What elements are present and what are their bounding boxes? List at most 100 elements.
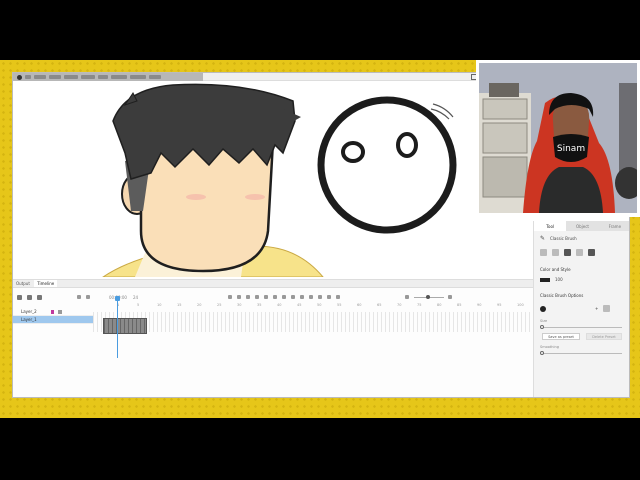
tool-name-row: ✎ Classic Brush bbox=[540, 235, 577, 242]
tab-timeline[interactable]: Timeline bbox=[34, 280, 58, 287]
brush-icon: ✎ bbox=[540, 235, 546, 242]
brush-mode-icon[interactable] bbox=[540, 249, 547, 256]
ruler-tick-label: 10 bbox=[157, 303, 162, 307]
tab-output[interactable]: Output bbox=[13, 280, 33, 287]
tween-icon[interactable] bbox=[309, 295, 314, 299]
ruler-tick-label: 15 bbox=[177, 303, 182, 307]
menu-item-modify[interactable] bbox=[81, 75, 95, 79]
frame-grid[interactable]: 1 5 10 15 20 25 30 35 40 45 50 55 60 65 70 75 80 85 90 95 10… bbox=[93, 302, 544, 342]
ruler-tick-label: 75 bbox=[417, 303, 422, 307]
layer-list: Layer_2 Layer_1 bbox=[13, 308, 93, 338]
brush-options-row: + bbox=[540, 305, 611, 312]
onion-skin-icon[interactable] bbox=[77, 295, 81, 299]
ruler-tick-label: 25 bbox=[217, 303, 222, 307]
layer-row[interactable]: Layer_1 bbox=[13, 316, 93, 324]
brush-shape-icon[interactable] bbox=[552, 249, 559, 256]
last-frame-icon[interactable] bbox=[273, 295, 278, 299]
brush-tilt-icon[interactable] bbox=[576, 249, 583, 256]
loop-icon[interactable] bbox=[282, 295, 287, 299]
edit-multiple-icon[interactable] bbox=[86, 295, 90, 299]
ruler-tick-label: 80 bbox=[437, 303, 442, 307]
lock-icon[interactable] bbox=[57, 309, 62, 314]
menu-item-insert[interactable] bbox=[64, 75, 78, 79]
ruler-tick-label: 50 bbox=[317, 303, 322, 307]
frame-cells[interactable] bbox=[93, 312, 533, 332]
menu-item-help[interactable] bbox=[149, 75, 161, 79]
layer-name: Layer_2 bbox=[21, 309, 37, 314]
tab-frame[interactable]: Frame bbox=[599, 221, 629, 231]
new-folder-icon[interactable] bbox=[27, 294, 32, 300]
menu-item-window[interactable] bbox=[130, 75, 146, 79]
video-frame: Output Timeline 00:00:00 24 bbox=[0, 0, 640, 480]
stroke-row: 100 bbox=[540, 277, 563, 282]
ruler-tick-label: 35 bbox=[257, 303, 262, 307]
size-slider-knob[interactable] bbox=[540, 325, 544, 329]
round-character-left-eye bbox=[341, 141, 365, 163]
layer-row[interactable]: Layer_2 bbox=[13, 308, 93, 316]
fps-readout: 24 bbox=[132, 294, 139, 300]
stage-artwork bbox=[102, 83, 457, 277]
ruler-tick-label: 90 bbox=[477, 303, 482, 307]
size-label: Size bbox=[540, 319, 548, 323]
round-character-body bbox=[317, 96, 457, 234]
zoom-out-icon[interactable] bbox=[448, 295, 453, 299]
webcam-overlay: Sinam bbox=[476, 60, 640, 217]
ruler-tick-label: 95 bbox=[497, 303, 502, 307]
tool-name: Classic Brush bbox=[550, 236, 577, 241]
ruler-tick-label: 70 bbox=[397, 303, 402, 307]
title-bar bbox=[13, 73, 477, 81]
size-slider[interactable] bbox=[542, 327, 622, 328]
ruler-tick-label: 30 bbox=[237, 303, 242, 307]
smoothing-slider[interactable] bbox=[542, 353, 622, 354]
audio-icon[interactable] bbox=[318, 295, 323, 299]
save-preset-button[interactable]: Save as preset bbox=[542, 333, 580, 340]
sound-icon[interactable] bbox=[327, 295, 332, 299]
stroke-value: 100 bbox=[555, 277, 563, 282]
playback-icon[interactable] bbox=[336, 295, 341, 299]
stop-icon[interactable] bbox=[246, 295, 251, 299]
section-brush-options[interactable]: Classic Brush Options bbox=[540, 293, 583, 298]
keyframe-icon[interactable] bbox=[291, 295, 296, 299]
prev-frame-icon[interactable] bbox=[237, 295, 242, 299]
menu-item-control[interactable] bbox=[111, 75, 127, 79]
menu-item-text[interactable] bbox=[98, 75, 108, 79]
zoom-slider[interactable] bbox=[414, 294, 445, 299]
menu-item-view[interactable] bbox=[49, 75, 61, 79]
brush-settings-icon[interactable] bbox=[588, 249, 595, 256]
keyframe-span[interactable] bbox=[103, 318, 147, 334]
webcam-image: Sinam bbox=[479, 63, 637, 213]
section-color-style[interactable]: Color and Style bbox=[540, 267, 571, 272]
zoom-icon[interactable] bbox=[405, 295, 410, 299]
first-frame-icon[interactable] bbox=[228, 295, 233, 299]
play-icon[interactable] bbox=[255, 295, 260, 299]
blank-keyframe-icon[interactable] bbox=[300, 295, 305, 299]
brush-preset-icon[interactable] bbox=[603, 305, 611, 312]
new-layer-icon[interactable] bbox=[17, 294, 22, 300]
menu-item-file[interactable] bbox=[25, 75, 31, 79]
brush-mode-row bbox=[540, 249, 595, 256]
properties-tabs: Tool Object Frame bbox=[534, 221, 629, 231]
smoothing-label: Smoothing bbox=[540, 345, 559, 349]
delete-preset-button[interactable]: Delete Preset bbox=[586, 333, 622, 340]
timeline-tabs: Output Timeline bbox=[13, 280, 533, 288]
ruler-tick-label: 65 bbox=[377, 303, 382, 307]
playhead[interactable] bbox=[117, 298, 118, 358]
stage-canvas[interactable] bbox=[13, 81, 533, 277]
ruler-tick-label: 5 bbox=[137, 303, 140, 307]
properties-panel: Tool Object Frame ✎ Classic Brush Color … bbox=[533, 221, 629, 397]
tab-object[interactable]: Object bbox=[566, 221, 598, 231]
next-frame-icon[interactable] bbox=[264, 295, 269, 299]
menu-item-edit[interactable] bbox=[34, 75, 46, 79]
brush-pressure-icon[interactable] bbox=[564, 249, 571, 256]
delete-layer-icon[interactable] bbox=[37, 294, 42, 300]
add-icon[interactable]: + bbox=[595, 306, 598, 311]
brush-tip-icon[interactable] bbox=[540, 305, 546, 312]
round-character-right-eye bbox=[396, 132, 418, 158]
timeline-panel: Output Timeline 00:00:00 24 bbox=[13, 279, 544, 397]
ruler-tick-label: 20 bbox=[197, 303, 202, 307]
smoothing-slider-knob[interactable] bbox=[540, 351, 544, 355]
ruler-tick-label: 40 bbox=[277, 303, 282, 307]
stroke-color-swatch[interactable] bbox=[540, 277, 550, 282]
tab-tool[interactable]: Tool bbox=[534, 221, 567, 231]
layer-color-icon bbox=[50, 309, 54, 314]
